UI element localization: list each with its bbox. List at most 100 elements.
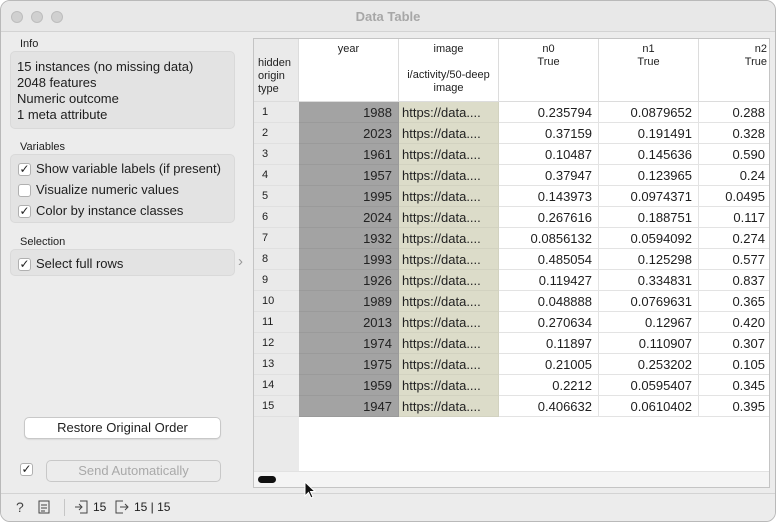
table-cell-n0[interactable]: 0.21005 bbox=[499, 354, 599, 375]
table-cell-image[interactable]: https://data.... bbox=[399, 102, 499, 123]
table-cell-n0[interactable]: 0.235794 bbox=[499, 102, 599, 123]
row-header[interactable]: 11 bbox=[254, 312, 299, 333]
table-cell-year[interactable]: 1988 bbox=[299, 102, 399, 123]
table-cell-image[interactable]: https://data.... bbox=[399, 123, 499, 144]
table-cell-n0[interactable]: 0.119427 bbox=[499, 270, 599, 291]
table-cell-n2[interactable]: 0.590 bbox=[699, 144, 769, 165]
table-cell-image[interactable]: https://data.... bbox=[399, 228, 499, 249]
table-cell-n2[interactable]: 0.328 bbox=[699, 123, 769, 144]
column-header-n2[interactable]: n2 True bbox=[699, 39, 769, 102]
table-cell-n0[interactable]: 0.406632 bbox=[499, 396, 599, 417]
table-cell-image[interactable]: https://data.... bbox=[399, 207, 499, 228]
table-cell-n1[interactable]: 0.0610402 bbox=[599, 396, 699, 417]
row-header[interactable]: 3 bbox=[254, 144, 299, 165]
table-cell-year[interactable]: 1974 bbox=[299, 333, 399, 354]
table-cell-n0[interactable]: 0.270634 bbox=[499, 312, 599, 333]
row-header[interactable]: 13 bbox=[254, 354, 299, 375]
table-cell-n2[interactable]: 0.117 bbox=[699, 207, 769, 228]
table-cell-n0[interactable]: 0.37947 bbox=[499, 165, 599, 186]
row-header[interactable]: 7 bbox=[254, 228, 299, 249]
show-variable-labels-checkbox[interactable]: ✓ Show variable labels (if present) bbox=[18, 159, 221, 179]
scrollbar-thumb[interactable] bbox=[258, 476, 276, 483]
table-cell-n2[interactable]: 0.837 bbox=[699, 270, 769, 291]
row-header[interactable]: 9 bbox=[254, 270, 299, 291]
table-cell-year[interactable]: 1932 bbox=[299, 228, 399, 249]
table-cell-year[interactable]: 2013 bbox=[299, 312, 399, 333]
table-cell-n0[interactable]: 0.267616 bbox=[499, 207, 599, 228]
table-cell-year[interactable]: 2023 bbox=[299, 123, 399, 144]
table-cell-image[interactable]: https://data.... bbox=[399, 249, 499, 270]
table-cell-year[interactable]: 1995 bbox=[299, 186, 399, 207]
table-cell-year[interactable]: 1959 bbox=[299, 375, 399, 396]
table-cell-n1[interactable]: 0.334831 bbox=[599, 270, 699, 291]
table-cell-n0[interactable]: 0.143973 bbox=[499, 186, 599, 207]
table-cell-n0[interactable]: 0.10487 bbox=[499, 144, 599, 165]
visualize-numeric-values-checkbox[interactable]: Visualize numeric values bbox=[18, 180, 179, 200]
column-header-year[interactable]: year bbox=[299, 39, 399, 102]
table-cell-image[interactable]: https://data.... bbox=[399, 375, 499, 396]
row-header[interactable]: 15 bbox=[254, 396, 299, 417]
table-cell-n0[interactable]: 0.2212 bbox=[499, 375, 599, 396]
chevron-right-icon[interactable]: › bbox=[238, 253, 243, 270]
table-cell-year[interactable]: 1993 bbox=[299, 249, 399, 270]
row-header[interactable]: 2 bbox=[254, 123, 299, 144]
table-cell-image[interactable]: https://data.... bbox=[399, 312, 499, 333]
table-cell-n1[interactable]: 0.253202 bbox=[599, 354, 699, 375]
send-automatically-button[interactable]: Send Automatically bbox=[46, 460, 221, 482]
restore-original-order-button[interactable]: Restore Original Order bbox=[24, 417, 221, 439]
table-cell-n1[interactable]: 0.0594092 bbox=[599, 228, 699, 249]
column-header-image[interactable]: image i/activity/50-deep image bbox=[399, 39, 499, 102]
table-cell-n2[interactable]: 0.395 bbox=[699, 396, 769, 417]
table-cell-image[interactable]: https://data.... bbox=[399, 186, 499, 207]
auto-send-checkbox[interactable]: ✓ bbox=[20, 463, 33, 476]
table-cell-n1[interactable]: 0.0879652 bbox=[599, 102, 699, 123]
corner-header[interactable]: hidden origin type bbox=[254, 39, 299, 102]
row-header[interactable]: 10 bbox=[254, 291, 299, 312]
table-cell-year[interactable]: 1947 bbox=[299, 396, 399, 417]
row-header[interactable]: 8 bbox=[254, 249, 299, 270]
table-cell-n1[interactable]: 0.0595407 bbox=[599, 375, 699, 396]
help-icon[interactable]: ? bbox=[15, 500, 27, 514]
table-cell-n0[interactable]: 0.0856132 bbox=[499, 228, 599, 249]
table-cell-n2[interactable]: 0.307 bbox=[699, 333, 769, 354]
report-icon[interactable] bbox=[38, 500, 50, 514]
table-cell-n1[interactable]: 0.145636 bbox=[599, 144, 699, 165]
table-cell-year[interactable]: 1957 bbox=[299, 165, 399, 186]
table-cell-image[interactable]: https://data.... bbox=[399, 165, 499, 186]
data-table[interactable]: hidden origin type year image i/activity… bbox=[253, 38, 770, 488]
table-cell-image[interactable]: https://data.... bbox=[399, 396, 499, 417]
table-cell-n1[interactable]: 0.0974371 bbox=[599, 186, 699, 207]
column-header-n0[interactable]: n0 True bbox=[499, 39, 599, 102]
table-cell-n0[interactable]: 0.048888 bbox=[499, 291, 599, 312]
row-header[interactable]: 6 bbox=[254, 207, 299, 228]
table-cell-year[interactable]: 1989 bbox=[299, 291, 399, 312]
table-cell-n1[interactable]: 0.12967 bbox=[599, 312, 699, 333]
row-header[interactable]: 1 bbox=[254, 102, 299, 123]
table-cell-year[interactable]: 1975 bbox=[299, 354, 399, 375]
table-cell-image[interactable]: https://data.... bbox=[399, 270, 499, 291]
table-cell-n2[interactable]: 0.420 bbox=[699, 312, 769, 333]
table-cell-n1[interactable]: 0.0769631 bbox=[599, 291, 699, 312]
column-header-n1[interactable]: n1 True bbox=[599, 39, 699, 102]
table-cell-n2[interactable]: 0.577 bbox=[699, 249, 769, 270]
table-cell-n1[interactable]: 0.191491 bbox=[599, 123, 699, 144]
table-cell-image[interactable]: https://data.... bbox=[399, 144, 499, 165]
row-header[interactable]: 4 bbox=[254, 165, 299, 186]
table-cell-n2[interactable]: 0.345 bbox=[699, 375, 769, 396]
table-cell-n1[interactable]: 0.188751 bbox=[599, 207, 699, 228]
color-by-instance-classes-checkbox[interactable]: ✓ Color by instance classes bbox=[18, 201, 183, 221]
table-cell-n0[interactable]: 0.11897 bbox=[499, 333, 599, 354]
row-header[interactable]: 12 bbox=[254, 333, 299, 354]
table-cell-image[interactable]: https://data.... bbox=[399, 291, 499, 312]
table-cell-year[interactable]: 1961 bbox=[299, 144, 399, 165]
table-cell-year[interactable]: 2024 bbox=[299, 207, 399, 228]
table-cell-n0[interactable]: 0.37159 bbox=[499, 123, 599, 144]
table-cell-n1[interactable]: 0.123965 bbox=[599, 165, 699, 186]
table-cell-n0[interactable]: 0.485054 bbox=[499, 249, 599, 270]
row-header[interactable]: 5 bbox=[254, 186, 299, 207]
table-cell-n1[interactable]: 0.125298 bbox=[599, 249, 699, 270]
table-cell-n2[interactable]: 0.0495 bbox=[699, 186, 769, 207]
table-cell-n2[interactable]: 0.24 bbox=[699, 165, 769, 186]
select-full-rows-checkbox[interactable]: ✓ Select full rows bbox=[18, 254, 123, 274]
table-cell-n1[interactable]: 0.110907 bbox=[599, 333, 699, 354]
